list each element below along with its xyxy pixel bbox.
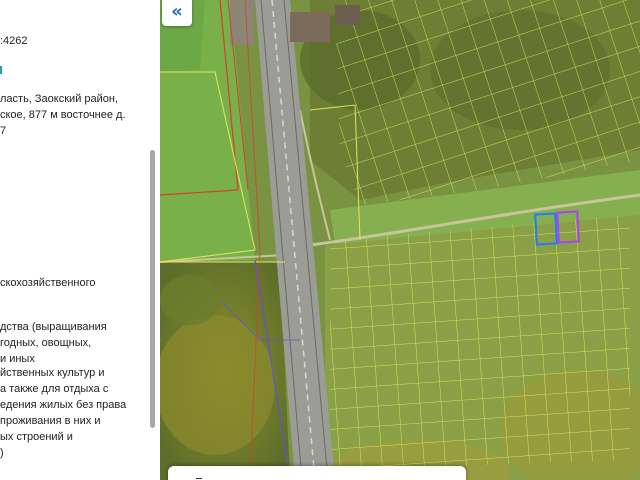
double-chevron-left-icon: «: [171, 1, 183, 22]
cadastral-number: :4262: [0, 35, 28, 47]
panel-scrollbar[interactable]: [150, 150, 155, 428]
bottom-info-card[interactable]: [168, 466, 466, 480]
cadastral-map[interactable]: «: [160, 0, 640, 480]
permitted-use-line: дства (выращивания: [0, 321, 107, 333]
card-handle: [196, 478, 202, 479]
permitted-use-line: проживания в них и: [0, 415, 101, 427]
permitted-use-line: и иных: [0, 353, 35, 365]
address-line: ласть, Заокский район,: [0, 93, 119, 105]
address-line: ское, 877 м восточнее д.: [0, 109, 126, 121]
permitted-use-line: ых строений и: [0, 431, 73, 443]
permitted-use-line: годных, овощных,: [0, 337, 92, 349]
status-marker: [0, 66, 2, 74]
parcel-info-panel: :4262 ласть, Заокский район, ское, 877 м…: [0, 0, 160, 480]
collapse-panel-button[interactable]: «: [162, 0, 192, 26]
address-line: 7: [0, 125, 7, 137]
permitted-use-line: едения жилых без права: [0, 399, 127, 411]
satellite-imagery: [160, 0, 640, 480]
permitted-use-line: ): [0, 447, 4, 459]
permitted-use-line: йственных культур и: [0, 367, 105, 379]
land-category: скохозяйственного: [0, 277, 96, 289]
permitted-use-line: а также для отдыха с: [0, 383, 109, 395]
